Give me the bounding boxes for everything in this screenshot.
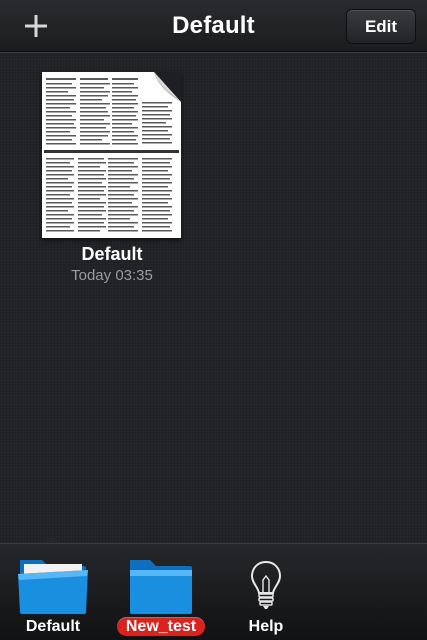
tab-new-test[interactable]: New_test [111,552,211,640]
tab-label: New_test [111,617,211,636]
tab-help[interactable]: Help [216,552,316,640]
edit-button[interactable]: Edit [346,9,416,44]
badge-label: New_test [116,617,206,636]
page-title: Default [172,12,255,39]
plus-icon [25,15,47,37]
add-button[interactable] [14,8,58,44]
document-thumbnail[interactable] [42,72,181,238]
selected-tab-indicator [44,535,60,543]
document-page-curl-icon [42,72,181,238]
tab-default[interactable]: Default [3,552,103,640]
document-name: Default [81,244,143,264]
folder-icon [130,560,192,614]
navigation-bar: Default Edit [0,0,427,52]
tab-bar: Default New_test Help [0,535,427,640]
document-grid: Default Today 03:35 [0,53,427,584]
tab-label: Help [248,618,284,635]
folder-icon [18,560,88,614]
document-date: Today 03:35 [71,267,153,284]
tab-label: Default [25,618,81,635]
lightbulb-icon [250,560,282,609]
